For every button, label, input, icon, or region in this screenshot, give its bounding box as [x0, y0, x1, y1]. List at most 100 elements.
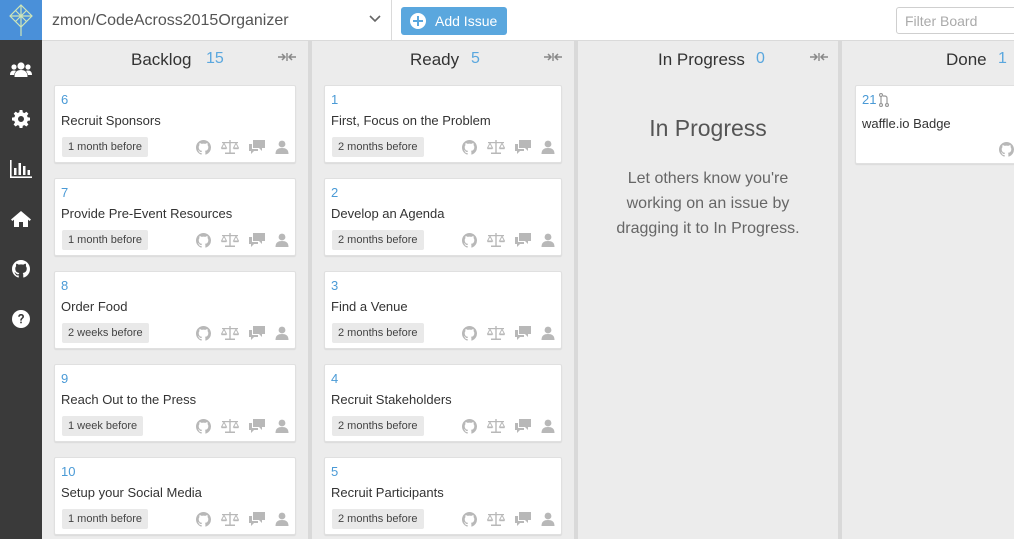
assignee-icon[interactable]	[275, 326, 289, 341]
scale-icon[interactable]	[221, 419, 239, 434]
github-icon[interactable]	[462, 512, 477, 527]
comments-icon[interactable]	[515, 326, 531, 341]
comments-icon[interactable]	[249, 140, 265, 155]
plus-circle-icon	[410, 13, 426, 29]
milestone-label[interactable]: 2 months before	[332, 230, 424, 250]
empty-column-title: In Progress	[649, 115, 767, 141]
collapse-column-icon[interactable]	[544, 51, 562, 63]
scale-icon[interactable]	[221, 326, 239, 341]
milestone-label[interactable]: 1 month before	[62, 137, 148, 157]
scale-icon[interactable]	[487, 419, 505, 434]
collapse-column-icon[interactable]	[278, 51, 296, 63]
comments-icon[interactable]	[249, 326, 265, 341]
scale-icon[interactable]	[487, 326, 505, 341]
github-icon[interactable]	[196, 140, 211, 155]
column-count: 5	[471, 50, 480, 67]
comments-icon[interactable]	[249, 419, 265, 434]
scale-icon[interactable]	[221, 512, 239, 527]
github-icon[interactable]	[196, 326, 211, 341]
assignee-icon[interactable]	[541, 419, 555, 434]
column-title: Ready	[410, 50, 460, 69]
issue-number: 9	[61, 371, 69, 386]
column-count: 0	[756, 50, 765, 67]
issue-number: 4	[331, 371, 339, 386]
scale-icon[interactable]	[221, 140, 239, 155]
milestone-label[interactable]: 2 months before	[332, 509, 424, 529]
sidebar	[0, 0, 42, 539]
milestone-label[interactable]: 1 month before	[62, 509, 148, 529]
issue-card[interactable]: 3 Find a Venue 2 months before	[324, 271, 562, 349]
issue-card[interactable]: 5 Recruit Participants 2 months before	[324, 457, 562, 535]
issue-title: waffle.io Badge	[862, 116, 951, 131]
assignee-icon[interactable]	[541, 233, 555, 248]
github-icon[interactable]	[0, 244, 42, 294]
comments-icon[interactable]	[249, 512, 265, 527]
assignee-icon[interactable]	[541, 326, 555, 341]
column-title: Done	[946, 50, 987, 69]
users-icon[interactable]	[0, 45, 42, 94]
column-header: Backlog 15	[42, 41, 308, 75]
issue-card[interactable]: 1 First, Focus on the Problem 2 months bef…	[324, 85, 562, 163]
help-icon[interactable]	[0, 294, 42, 344]
issue-title: Recruit Participants	[331, 485, 444, 500]
milestone-label[interactable]: 2 months before	[332, 137, 424, 157]
assignee-icon[interactable]	[275, 233, 289, 248]
milestone-label[interactable]: 2 months before	[332, 323, 424, 343]
milestone-label[interactable]: 1 month before	[62, 230, 148, 250]
issue-card[interactable]: 4 Recruit Stakeholders 2 months before	[324, 364, 562, 442]
card-actions	[196, 419, 289, 434]
repo-selector[interactable]: zmon/CodeAcross2015Organizer	[42, 0, 392, 41]
issue-number: 7	[61, 185, 69, 200]
github-icon[interactable]	[196, 512, 211, 527]
home-icon[interactable]	[0, 194, 42, 244]
issue-card[interactable]: 10 Setup your Social Media 1 month before	[54, 457, 296, 535]
issue-title: Find a Venue	[331, 299, 408, 314]
issue-card[interactable]: 7 Provide Pre-Event Resources 1 month befo…	[54, 178, 296, 256]
github-icon[interactable]	[462, 140, 477, 155]
add-issue-button[interactable]: Add Issue	[401, 7, 507, 35]
comments-icon[interactable]	[515, 419, 531, 434]
github-icon[interactable]	[196, 419, 211, 434]
filter-board-input[interactable]	[896, 7, 1014, 34]
milestone-label[interactable]: 2 months before	[332, 416, 424, 436]
card-actions	[462, 140, 555, 155]
issue-card[interactable]: 6 Recruit Sponsors 1 month before	[54, 85, 296, 163]
issue-card[interactable]: 2 Develop an Agenda 2 months before	[324, 178, 562, 256]
issue-title: Setup your Social Media	[61, 485, 202, 500]
assignee-icon[interactable]	[275, 419, 289, 434]
assignee-icon[interactable]	[275, 140, 289, 155]
issue-number: 21	[862, 92, 877, 107]
column-ready: Ready 5 1 First, Focus on the Problem 2 mo…	[312, 41, 574, 539]
assignee-icon[interactable]	[275, 512, 289, 527]
column-count: 15	[206, 50, 224, 67]
comments-icon[interactable]	[515, 140, 531, 155]
github-icon[interactable]	[196, 233, 211, 248]
issue-number: 3	[331, 278, 339, 293]
waffle-logo[interactable]	[0, 0, 42, 40]
scale-icon[interactable]	[487, 233, 505, 248]
column-header: In Progress 0	[578, 41, 838, 75]
gear-icon[interactable]	[0, 94, 42, 144]
assignee-icon[interactable]	[541, 140, 555, 155]
milestone-label[interactable]: 1 week before	[62, 416, 144, 436]
collapse-column-icon[interactable]	[810, 51, 828, 63]
waffle-logo-icon	[9, 4, 33, 36]
milestone-label[interactable]: 2 weeks before	[62, 323, 149, 343]
comments-icon[interactable]	[515, 512, 531, 527]
github-icon[interactable]	[462, 326, 477, 341]
assignee-icon[interactable]	[541, 512, 555, 527]
issue-title: Order Food	[61, 299, 128, 314]
comments-icon[interactable]	[249, 233, 265, 248]
issue-card[interactable]: 21 waffle.io Badge	[855, 85, 1014, 164]
comments-icon[interactable]	[515, 233, 531, 248]
issue-number: 6	[61, 92, 69, 107]
scale-icon[interactable]	[487, 512, 505, 527]
github-icon[interactable]	[999, 142, 1014, 157]
issue-card[interactable]: 8 Order Food 2 weeks before	[54, 271, 296, 349]
issue-card[interactable]: 9 Reach Out to the Press 1 week before	[54, 364, 296, 442]
scale-icon[interactable]	[221, 233, 239, 248]
bar-chart-icon[interactable]	[0, 144, 42, 194]
scale-icon[interactable]	[487, 140, 505, 155]
github-icon[interactable]	[462, 419, 477, 434]
github-icon[interactable]	[462, 233, 477, 248]
